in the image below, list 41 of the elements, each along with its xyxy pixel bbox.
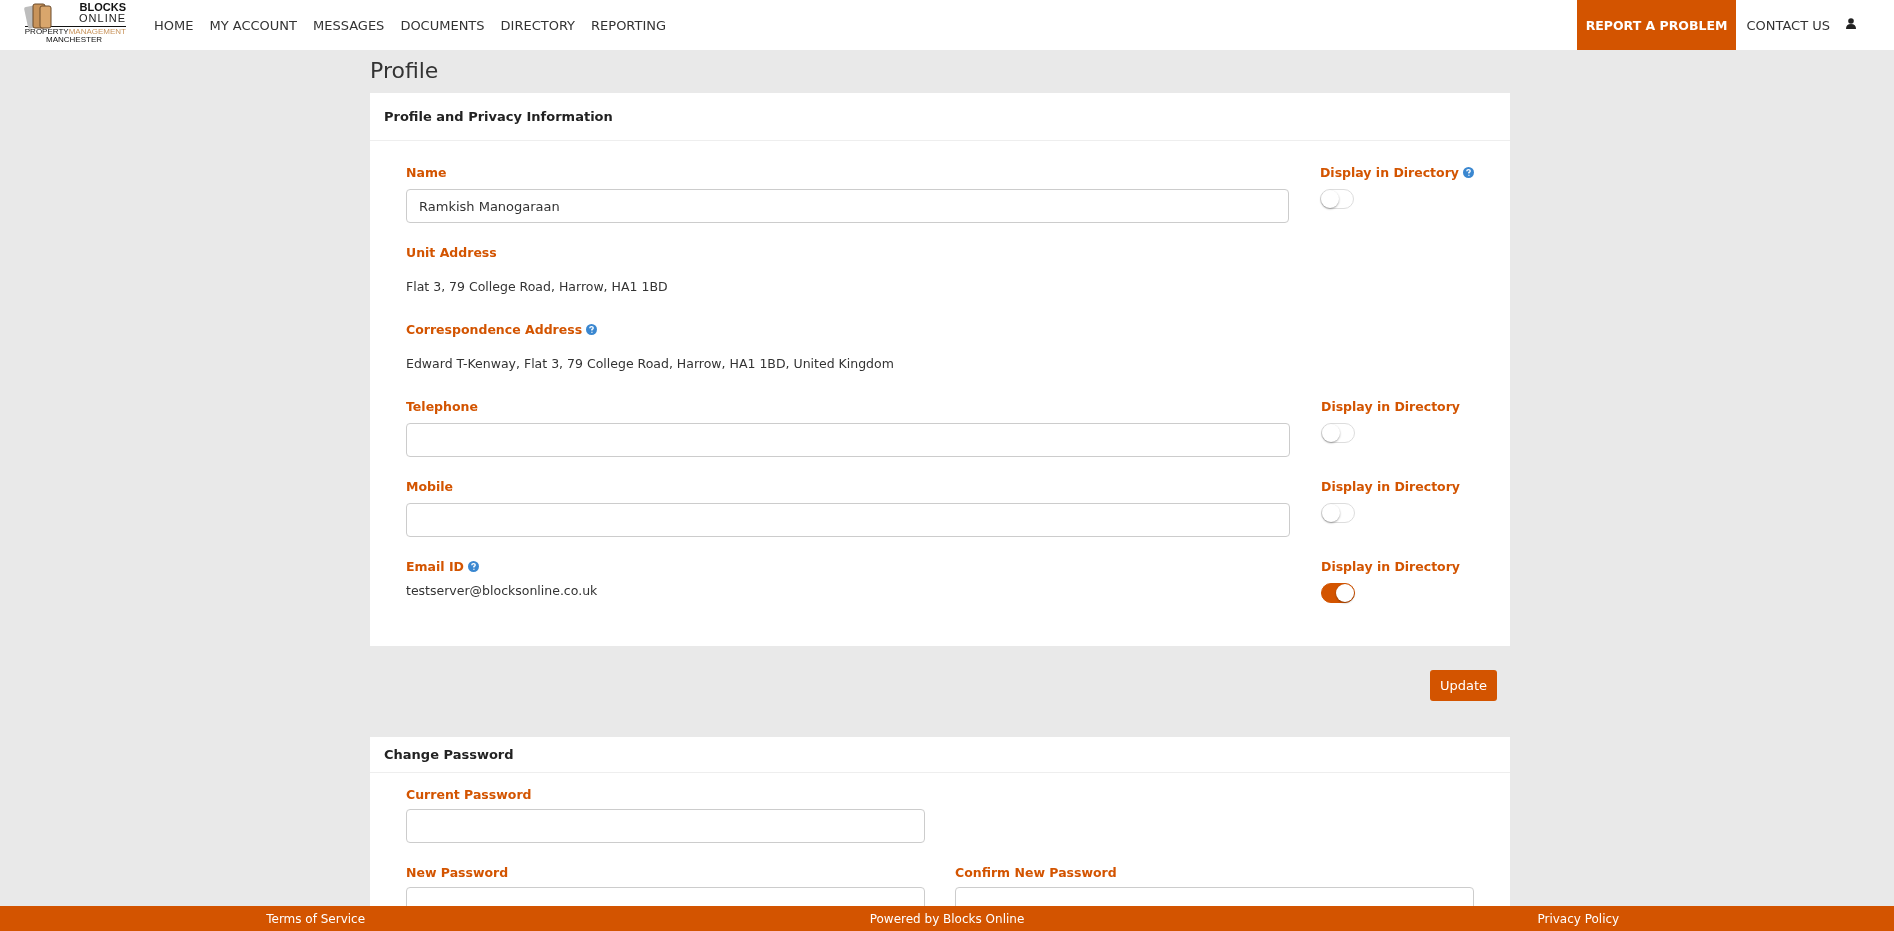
field-label: Name	[406, 165, 447, 181]
input-field[interactable]: Ramkish Manogaraan	[406, 189, 1289, 224]
toggle-switch[interactable]	[1321, 583, 1355, 604]
page-title: Profile	[370, 58, 440, 85]
nav-link[interactable]: HOME	[154, 17, 194, 33]
field-label: Telephone	[406, 399, 478, 415]
help-icon[interactable]	[586, 324, 598, 336]
update-button[interactable]: Update	[1429, 670, 1497, 702]
field-label: Unit Address	[406, 245, 497, 261]
help-icon[interactable]	[467, 561, 479, 573]
footer-link[interactable]: Privacy Policy	[1262, 911, 1894, 926]
report-problem-button[interactable]: REPORT A PROBLEM	[1576, 0, 1737, 50]
field-label: Confirm New Password	[955, 865, 1118, 881]
input-field[interactable]	[406, 423, 1290, 458]
toggle-label: Display in Directory	[1321, 559, 1460, 575]
card-title: Change Password	[370, 737, 1510, 774]
toggle-label: Display in Directory	[1321, 479, 1460, 495]
contact-link[interactable]: CONTACT US	[1746, 17, 1830, 33]
footer-link[interactable]: Powered by Blocks Online	[631, 911, 1263, 926]
help-icon[interactable]	[1463, 167, 1474, 179]
field-label: Mobile	[406, 479, 454, 495]
nav-link[interactable]: REPORTING	[591, 17, 667, 33]
user-icon[interactable]	[1846, 18, 1856, 29]
field-value: Edward T-Kenway, Flat 3, 79 College Road, Harrow, HA1 1BD, United Kingdom	[406, 356, 895, 372]
field-label: Correspondence Address	[406, 322, 583, 338]
password-field[interactable]	[406, 809, 925, 844]
field-label: Email ID	[406, 559, 464, 575]
toggle-label: Display in Directory	[1320, 165, 1459, 181]
nav-link[interactable]: DIRECTORY	[500, 17, 576, 33]
nav-link[interactable]: MESSAGES	[313, 17, 385, 33]
toggle-label: Display in Directory	[1321, 399, 1460, 415]
nav-link[interactable]: DOCUMENTS	[400, 17, 485, 33]
nav-link[interactable]: MY ACCOUNT	[209, 17, 297, 33]
field-value: Flat 3, 79 College Road, Harrow, HA1 1BD	[406, 279, 669, 295]
input-field[interactable]	[406, 503, 1290, 538]
field-label: New Password	[406, 865, 510, 881]
logo-drawing[interactable]: BLOCKS ONLINE PROPERTYMANAGEMENT MANCHESTER	[22, 2, 126, 48]
field-value: testserver@blocksonline.co.uk	[406, 583, 599, 599]
card-title: Profile and Privacy Information	[370, 93, 1510, 142]
footer-link[interactable]: Terms of Service	[0, 911, 632, 926]
field-label: Current Password	[406, 787, 533, 803]
